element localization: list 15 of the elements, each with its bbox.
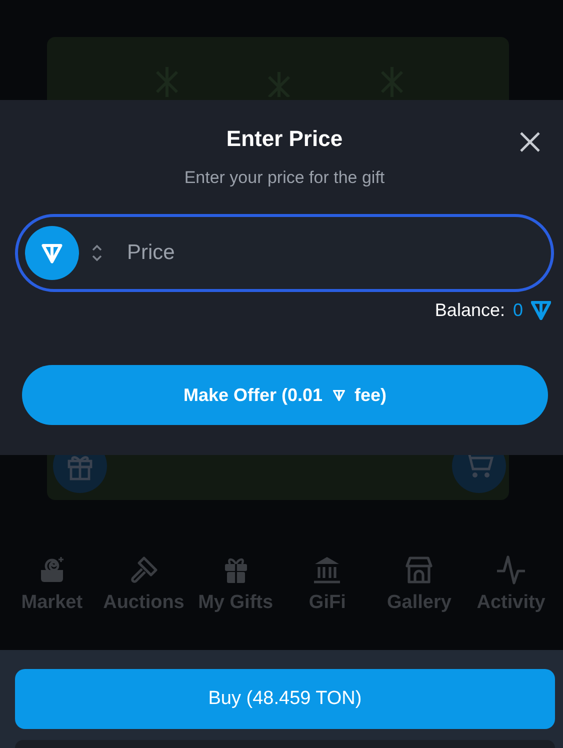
balance-value: 0 <box>512 300 523 321</box>
currency-icon[interactable] <box>25 226 79 280</box>
chevrons-icon[interactable] <box>91 243 103 263</box>
buy-button[interactable]: Buy (48.459 TON) <box>15 669 555 729</box>
pulse-icon <box>495 554 528 586</box>
dialog-title: Enter Price <box>226 126 343 152</box>
price-field[interactable]: Price <box>15 214 554 292</box>
store-icon <box>403 554 436 586</box>
balance-label: Balance: <box>434 300 505 321</box>
currency-icon <box>332 390 345 400</box>
make-offer-button[interactable]: Make Offer (0.01 fee) <box>22 365 548 425</box>
currency-icon <box>531 301 551 320</box>
close-icon[interactable] <box>518 130 542 154</box>
price-input[interactable]: Price <box>125 240 541 266</box>
dialog-subtitle: Enter your price for the gift <box>183 168 386 188</box>
